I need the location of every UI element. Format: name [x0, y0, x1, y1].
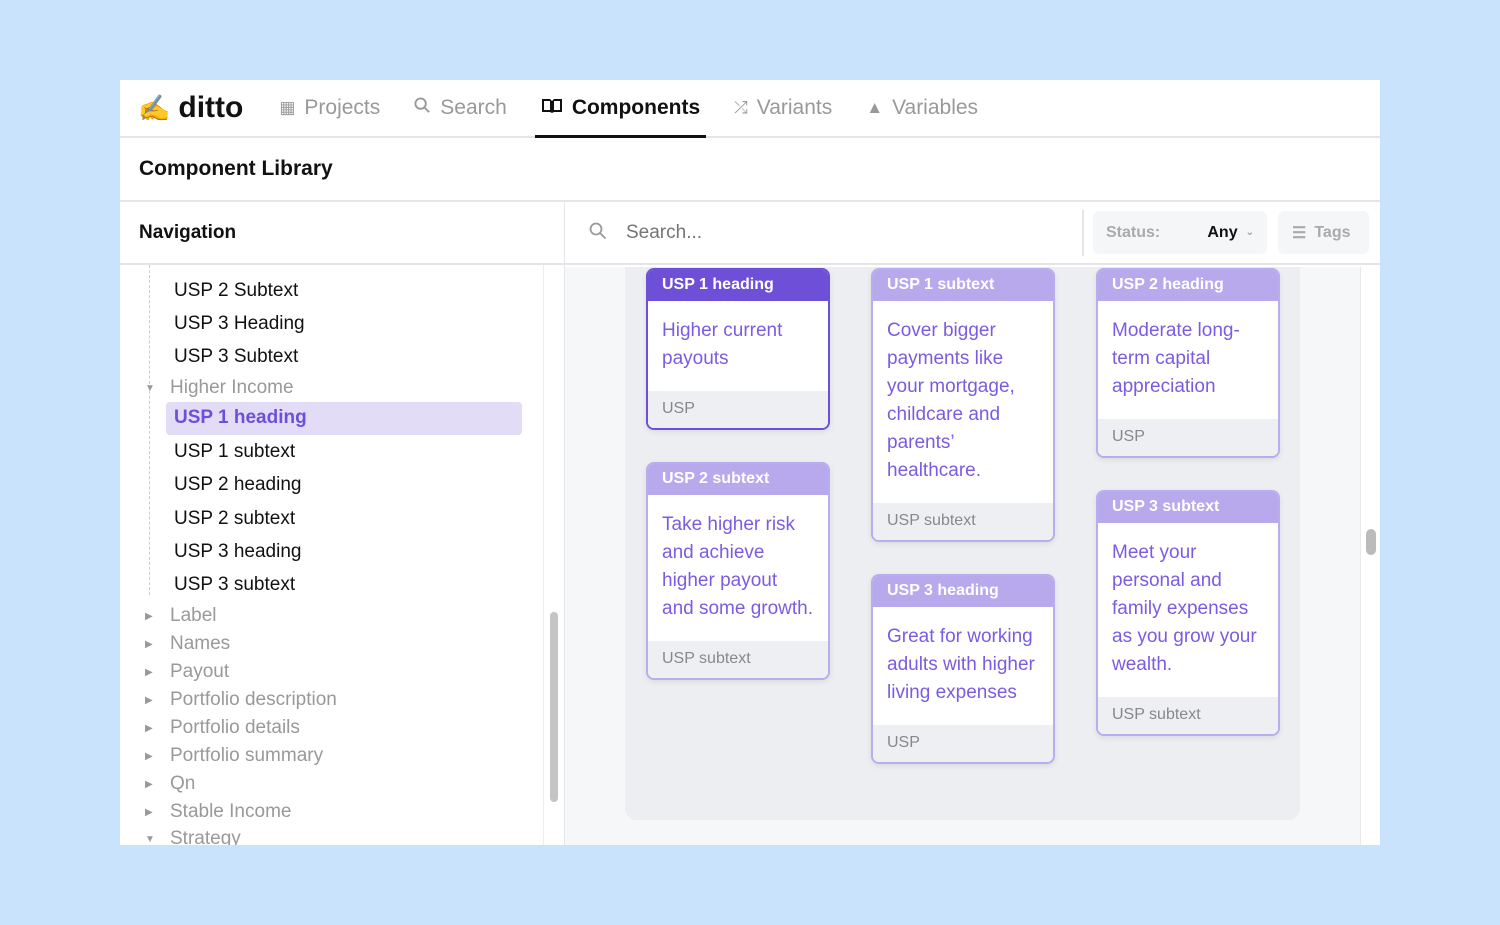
sidebar-title: Navigation: [120, 202, 564, 265]
card-text: Cover bigger payments like your mortgage…: [887, 320, 1015, 481]
search-icon: [589, 222, 607, 240]
scroll-thumb[interactable]: [1366, 529, 1376, 555]
tab-components[interactable]: Components: [534, 80, 707, 138]
tags-filter[interactable]: ☰ Tags: [1278, 211, 1369, 254]
toolbar: Status: Any ⌄ ☰ Tags: [565, 202, 1380, 265]
caret-right-icon[interactable]: ▶: [145, 639, 153, 650]
component-card[interactable]: USP 3 subtext Meet your personal and fami…: [1096, 490, 1280, 736]
card-text: Moderate long-term capital appreciation: [1112, 320, 1240, 397]
tree-item[interactable]: USP 1 heading: [166, 402, 522, 435]
tab-label: Variables: [892, 96, 979, 119]
component-group-panel: USP 1 heading Higher current payouts USP US…: [625, 267, 1300, 820]
tab-variables[interactable]: ▲ Variables: [860, 80, 984, 137]
card-tag: USP subtext: [648, 641, 828, 678]
component-grid: USP 1 heading Higher current payouts USP US…: [565, 267, 1360, 845]
app-name: ditto: [178, 91, 244, 124]
component-card[interactable]: USP 1 heading Higher current payouts USP: [646, 268, 830, 430]
card-title: USP 1 subtext: [873, 270, 1053, 301]
status-filter[interactable]: Status: Any ⌄: [1093, 211, 1267, 254]
tree-item[interactable]: USP 2 Heading: [174, 265, 305, 267]
tree-item[interactable]: USP 1 subtext: [174, 441, 295, 463]
card-title: USP 2 subtext: [648, 464, 828, 495]
navigation-tree: USP 2 Heading USP 2 Subtext USP 3 Heading U…: [120, 265, 544, 845]
tab-label: Components: [571, 96, 701, 119]
tab-projects[interactable]: ▦ Projects: [273, 80, 386, 137]
page-title: Component Library: [120, 138, 1380, 202]
card-tag: USP subtext: [873, 503, 1053, 540]
card-title: USP 2 heading: [1098, 270, 1278, 301]
component-card[interactable]: USP 2 subtext Take higher risk and achiev…: [646, 462, 830, 680]
tree-group[interactable]: Payout: [170, 661, 229, 683]
tree-group[interactable]: Label: [170, 605, 217, 627]
card-title: USP 1 heading: [648, 270, 828, 301]
tree-group[interactable]: Portfolio details: [170, 717, 300, 739]
top-nav: ✍ ditto ▦ Projects Search Components ⤮ Vari…: [120, 80, 1380, 138]
status-label: Status:: [1106, 223, 1161, 241]
tree-group[interactable]: Strategy: [170, 828, 241, 845]
card-column: USP 2 heading Moderate long-term capital …: [1096, 268, 1280, 736]
component-card[interactable]: USP 3 heading Great for working adults wi…: [871, 574, 1055, 764]
tab-search[interactable]: Search: [408, 80, 513, 137]
card-title: USP 3 subtext: [1098, 492, 1278, 523]
card-column: USP 1 heading Higher current payouts USP US…: [646, 268, 830, 680]
chevron-down-icon: ⌄: [1245, 227, 1254, 238]
tree-item[interactable]: USP 2 heading: [174, 474, 301, 496]
sidebar: Navigation USP 2 HeadingUSP 2 SubtextUSP…: [120, 202, 565, 845]
caret-right-icon[interactable]: ▶: [145, 695, 153, 706]
caret-down-icon[interactable]: ▼: [145, 834, 155, 845]
caret-right-icon[interactable]: ▶: [145, 667, 153, 678]
tree-group[interactable]: Stable Income: [170, 801, 291, 823]
tree-group[interactable]: Names: [170, 633, 230, 655]
filter-icon: ☰: [1292, 224, 1307, 242]
tree-group[interactable]: Qn: [170, 773, 195, 795]
content-scrollbar[interactable]: [1360, 267, 1380, 845]
tree-item[interactable]: USP 3 Subtext: [174, 346, 298, 368]
tree-group[interactable]: Portfolio summary: [170, 745, 323, 767]
card-column: USP 1 subtext Cover bigger payments like …: [871, 268, 1055, 764]
card-text: Meet your personal and family expenses a…: [1112, 542, 1257, 675]
tree-group[interactable]: Higher Income: [170, 377, 294, 399]
caret-down-icon[interactable]: ▼: [145, 383, 155, 394]
component-card[interactable]: USP 2 heading Moderate long-term capital …: [1096, 268, 1280, 458]
card-tag: USP subtext: [1098, 697, 1278, 734]
card-text: Higher current payouts: [662, 320, 783, 369]
card-title: USP 3 heading: [873, 576, 1053, 607]
tab-label: Search: [440, 96, 507, 119]
app-window: ✍ ditto ▦ Projects Search Components ⤮ Vari…: [120, 80, 1380, 845]
sidebar-scrollbar[interactable]: [550, 612, 558, 802]
tags-label: Tags: [1314, 223, 1351, 241]
search-input[interactable]: [626, 222, 1026, 244]
card-text: Great for working adults with higher liv…: [887, 626, 1035, 703]
shapes-icon: ▲: [866, 98, 884, 117]
tab-label: Projects: [304, 96, 381, 119]
search-icon: [414, 97, 431, 119]
caret-right-icon[interactable]: ▶: [145, 779, 153, 790]
tree-item[interactable]: USP 2 subtext: [174, 508, 295, 530]
caret-right-icon[interactable]: ▶: [145, 723, 153, 734]
component-card[interactable]: USP 1 subtext Cover bigger payments like …: [871, 268, 1055, 542]
caret-right-icon[interactable]: ▶: [145, 611, 153, 622]
tree-group[interactable]: Portfolio description: [170, 689, 337, 711]
tree-item[interactable]: USP 3 Heading: [174, 313, 305, 335]
caret-right-icon[interactable]: ▶: [145, 751, 153, 762]
caret-right-icon[interactable]: ▶: [145, 807, 153, 818]
tab-label: Variants: [756, 96, 833, 119]
card-tag: USP: [873, 725, 1053, 762]
grid-icon: ▦: [279, 98, 296, 117]
tab-variants[interactable]: ⤮ Variants: [728, 80, 838, 137]
status-value: Any: [1207, 223, 1238, 241]
divider: [1082, 210, 1084, 256]
card-text: Take higher risk and achieve higher payo…: [662, 514, 814, 619]
card-tag: USP: [648, 391, 828, 428]
tree-item[interactable]: USP 2 Subtext: [174, 280, 298, 302]
logo[interactable]: ✍ ditto: [138, 91, 243, 125]
writing-hand-icon: ✍: [138, 92, 171, 123]
content-area: Status: Any ⌄ ☰ Tags USP 1 heading Higher cu…: [565, 202, 1380, 845]
book-icon: [541, 97, 563, 119]
card-tag: USP: [1098, 419, 1278, 456]
tree-item[interactable]: USP 3 heading: [174, 541, 301, 563]
tree-item[interactable]: USP 3 subtext: [174, 574, 295, 596]
branch-icon: ⤮: [734, 98, 748, 117]
